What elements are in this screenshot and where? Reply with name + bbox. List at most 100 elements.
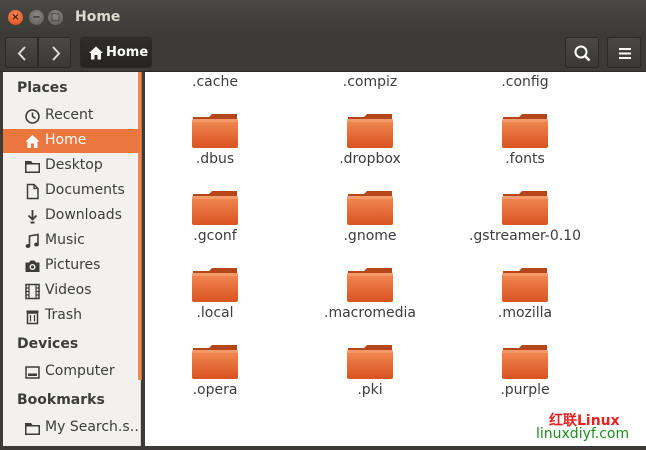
file-item[interactable]: .dropbox [300, 113, 440, 187]
sidebar-item-downloads[interactable]: Downloads [3, 204, 140, 228]
folder-icon [501, 267, 549, 303]
minimize-window-button[interactable]: − [29, 10, 44, 25]
sidebar-item-label: Pictures [45, 257, 101, 273]
sidebar-item-bookmark[interactable]: My Search.s… [3, 416, 141, 440]
file-name: .gconf [193, 228, 237, 244]
download-icon [27, 210, 38, 224]
maximize-window-button[interactable]: □ [48, 10, 63, 25]
sidebar-item-label: Recent [45, 107, 94, 123]
close-icon: × [11, 12, 20, 23]
folder-icon [346, 190, 394, 226]
sidebar-item-label: Music [45, 232, 85, 248]
folder-icon [191, 344, 239, 380]
sidebar-item-videos[interactable]: Videos [3, 279, 140, 303]
file-item[interactable]: .gnome [300, 190, 440, 264]
sidebar-section-bookmarks: Bookmarks [17, 392, 105, 408]
home-icon [89, 46, 103, 60]
sidebar-item-computer[interactable]: Computer [3, 360, 140, 384]
file-name: .gstreamer-0.10 [468, 228, 582, 244]
trash-icon [26, 310, 39, 325]
search-button[interactable] [565, 37, 599, 68]
sidebar-item-label: Trash [45, 307, 82, 323]
file-item[interactable]: .cache [145, 72, 285, 110]
sidebar-item-home[interactable]: Home [3, 129, 140, 153]
sidebar-item-label: My Search.s… [45, 419, 141, 435]
clock-icon [25, 109, 40, 124]
file-name: .pki [357, 382, 383, 398]
sidebar-section-devices: Devices [17, 336, 79, 352]
file-name: .compiz [342, 74, 398, 90]
sidebar-item-documents[interactable]: Documents [3, 179, 140, 203]
folder-icon [191, 190, 239, 226]
title-bar: × − □ Home [0, 0, 646, 34]
chevron-right-icon [52, 46, 61, 61]
film-icon [25, 283, 40, 300]
file-item[interactable]: .gconf [145, 190, 285, 264]
file-name: .macromedia [324, 305, 416, 321]
music-icon [25, 233, 39, 248]
file-name: .config [501, 74, 549, 90]
toolbar: Home [0, 34, 646, 72]
file-item[interactable]: .mozilla [455, 267, 595, 341]
folder-icon [346, 267, 394, 303]
watermark-url: linuxdiyf.com [536, 426, 630, 442]
file-name: .local [196, 305, 234, 321]
folder-icon [501, 113, 549, 149]
back-button[interactable] [5, 37, 38, 68]
sidebar-item-label: Videos [45, 282, 92, 298]
window-bottom-border [0, 446, 646, 450]
file-item[interactable]: .fonts [455, 113, 595, 187]
sidebar-item-label: Downloads [45, 207, 122, 223]
file-item[interactable]: .purple [455, 344, 595, 418]
file-name: .dbus [195, 151, 235, 167]
window-title: Home [75, 9, 121, 25]
folder-icon [346, 344, 394, 380]
forward-button[interactable] [38, 37, 71, 68]
file-name: .dropbox [339, 151, 401, 167]
sidebar-section-places: Places [17, 80, 68, 96]
file-name: .opera [192, 382, 238, 398]
file-item[interactable]: .pki [300, 344, 440, 418]
menu-button[interactable] [607, 37, 641, 68]
maximize-icon: □ [50, 12, 61, 23]
sidebar-item-label: Desktop [45, 157, 103, 173]
chevron-left-icon [17, 46, 26, 61]
search-icon [574, 45, 591, 62]
sidebar-item-pictures[interactable]: Pictures [3, 254, 140, 278]
file-item[interactable]: .opera [145, 344, 285, 418]
file-item[interactable]: .dbus [145, 113, 285, 187]
desktop-folder-icon [25, 161, 40, 173]
sidebar-item-music[interactable]: Music [3, 229, 140, 253]
sidebar-item-label: Computer [45, 363, 115, 379]
file-item[interactable]: .local [145, 267, 285, 341]
folder-icon [501, 190, 549, 226]
folder-icon [346, 113, 394, 149]
file-name: .cache [192, 74, 238, 90]
file-name: .gnome [343, 228, 397, 244]
file-item[interactable]: .compiz [300, 72, 440, 110]
file-item[interactable]: .config [455, 72, 595, 110]
sidebar-item-desktop[interactable]: Desktop [3, 154, 140, 178]
close-window-button[interactable]: × [8, 10, 23, 25]
folder-icon [25, 423, 40, 435]
home-icon [25, 135, 40, 148]
file-name: .mozilla [497, 305, 553, 321]
document-icon [26, 183, 39, 200]
path-bar-home-button[interactable]: Home [80, 37, 152, 68]
file-item[interactable]: .macromedia [300, 267, 440, 341]
file-name: .purple [500, 382, 550, 398]
hamburger-menu-icon [619, 48, 631, 59]
path-bar-label: Home [106, 45, 149, 60]
sidebar-scrollbar[interactable] [138, 72, 142, 380]
sidebar-item-label: Home [45, 132, 87, 148]
sidebar-item-recent[interactable]: Recent [3, 104, 140, 128]
sidebar: Places Recent Home Desktop Documents Dow… [3, 72, 141, 446]
camera-icon [25, 260, 40, 272]
sidebar-item-trash[interactable]: Trash [3, 304, 140, 328]
folder-icon [191, 113, 239, 149]
file-view: .cache .compiz .config .dbus .dropbox .fonts.… [145, 72, 646, 450]
minimize-icon: − [32, 12, 41, 23]
file-item[interactable]: .gstreamer-0.10 [455, 190, 595, 264]
sidebar-item-label: Documents [45, 182, 125, 198]
folder-icon [501, 344, 549, 380]
